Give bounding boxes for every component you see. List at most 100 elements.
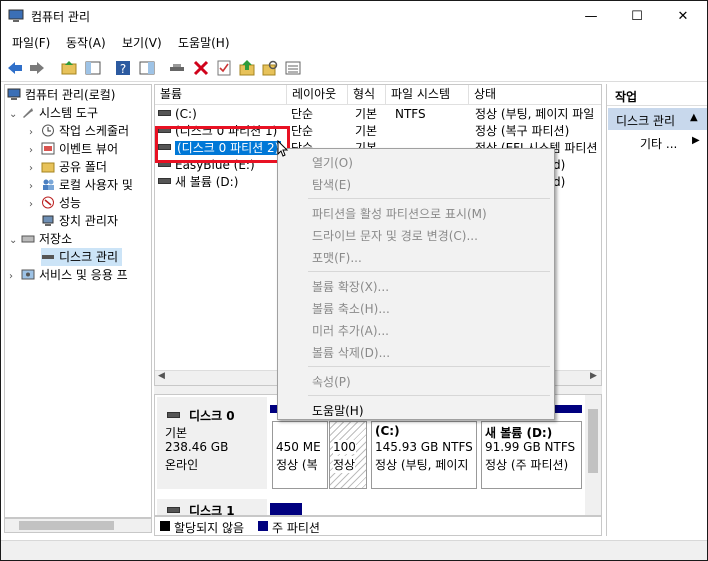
disk0-state: 온라인: [165, 458, 199, 472]
shared-folder-icon: [41, 162, 55, 173]
tree-event-viewer-label: 이벤트 뷰어: [59, 142, 119, 156]
column-header-type[interactable]: 형식: [348, 85, 386, 105]
ctx-mark-active[interactable]: 파티션을 활성 파티션으로 표시(M): [312, 205, 487, 223]
toolbar: ?: [1, 54, 707, 82]
storage-icon: [21, 235, 35, 243]
column-header-status[interactable]: 상태: [469, 85, 601, 105]
tree-item-task-scheduler[interactable]: › 작업 스케줄러: [29, 122, 129, 140]
chevron-down-icon[interactable]: ⌄: [9, 232, 21, 250]
menu-help[interactable]: 도움말(H): [178, 34, 230, 51]
svg-text:?: ?: [120, 62, 126, 76]
tree-item-computer-management-local[interactable]: 컴퓨터 관리(로컬): [7, 86, 115, 104]
maximize-button[interactable]: ☐: [614, 2, 660, 31]
collapse-up-icon[interactable]: ▲: [690, 112, 698, 123]
ctx-explore[interactable]: 탐색(E): [312, 176, 351, 194]
unallocated-swatch: [160, 521, 170, 531]
window-title: 컴퓨터 관리: [31, 10, 91, 24]
list-view-icon[interactable]: [284, 59, 302, 77]
ctx-extend-volume[interactable]: 볼륨 확장(X)...: [312, 278, 389, 296]
actions-header: 작업: [607, 84, 707, 106]
disk0-info-panel[interactable]: 디스크 0 기본 238.46 GB 온라인: [157, 397, 267, 489]
clock-icon: [42, 124, 54, 137]
partition-status: 정상: [333, 456, 356, 473]
table-row[interactable]: (C:) 단순 기본 NTFS 정상 (부팅, 페이지 파일: [155, 106, 601, 123]
import-icon[interactable]: [238, 59, 256, 77]
chevron-right-icon[interactable]: ›: [9, 268, 21, 286]
ctx-properties[interactable]: 속성(P): [312, 373, 351, 391]
disk-icon: [167, 507, 180, 513]
legend-unallocated: 할당되지 않음: [174, 521, 245, 535]
tree-storage-label: 저장소: [39, 232, 73, 246]
graph-vertical-scrollbar[interactable]: [585, 395, 601, 515]
tree-item-disk-management[interactable]: 디스크 관리: [41, 248, 123, 266]
performance-icon: [42, 196, 54, 209]
chevron-right-icon[interactable]: ›: [29, 196, 41, 214]
connect-drive-icon[interactable]: [168, 59, 186, 77]
tree-item-event-viewer[interactable]: › 이벤트 뷰어: [29, 140, 118, 158]
tree-item-system-tools[interactable]: ⌄ 시스템 도구: [9, 104, 98, 122]
help-icon[interactable]: ?: [114, 59, 132, 77]
volume-name: 새 볼륨 (D:): [175, 175, 239, 189]
up-folder-icon[interactable]: [60, 59, 78, 77]
tree-horizontal-scrollbar[interactable]: [4, 518, 152, 533]
show-hide-tree-icon[interactable]: [84, 59, 102, 77]
actions-section-disk-management[interactable]: 디스크 관리 ▲: [608, 108, 707, 130]
ctx-format[interactable]: 포맷(F)...: [312, 249, 362, 267]
delete-icon[interactable]: [192, 59, 210, 77]
users-icon: [43, 179, 54, 190]
partition-size: 145.93 GB NTFS: [375, 440, 473, 454]
tree-performance-label: 성능: [59, 196, 82, 210]
scroll-right-icon[interactable]: ▶: [590, 371, 597, 381]
computer-management-icon: [7, 88, 21, 100]
actions-more[interactable]: 기타 ... ▶: [608, 132, 707, 152]
tree-item-performance[interactable]: › 성능: [29, 194, 81, 212]
menu-file[interactable]: 파일(F): [12, 34, 50, 51]
tree-item-services-apps[interactable]: › 서비스 및 응용 프: [9, 266, 128, 284]
actions-section-label: 디스크 관리: [616, 114, 676, 128]
submenu-arrow-icon: ▶: [692, 135, 700, 146]
partition-c[interactable]: (C:) 145.93 GB NTFS 정상 (부팅, 페이지: [371, 421, 477, 489]
disk1-info-panel[interactable]: 디스크 1: [157, 499, 267, 515]
tree-root-label: 컴퓨터 관리(로컬): [25, 88, 116, 102]
column-header-file-system[interactable]: 파일 시스템: [386, 85, 469, 105]
ctx-add-mirror[interactable]: 미러 추가(A)...: [312, 322, 389, 340]
scroll-left-icon[interactable]: ◀: [158, 371, 165, 381]
ctx-change-drive-letter[interactable]: 드라이브 문자 및 경로 변경(C)...: [312, 227, 478, 245]
scrollbar-thumb[interactable]: [588, 409, 598, 473]
ctx-help[interactable]: 도움말(H): [312, 402, 364, 420]
ctx-open[interactable]: 열기(O): [312, 154, 353, 172]
actions-more-label: 기타 ...: [640, 137, 678, 151]
tree-item-local-users[interactable]: › 로컬 사용자 및: [29, 176, 133, 194]
chevron-down-icon[interactable]: ⌄: [9, 106, 21, 124]
volume-layout: 단순: [291, 124, 314, 138]
check-properties-icon[interactable]: [215, 59, 233, 77]
minimize-button[interactable]: —: [568, 2, 614, 31]
partition-size: 91.99 GB NTFS: [485, 440, 576, 454]
disk-icon: [167, 412, 180, 418]
menu-action[interactable]: 동작(A): [66, 34, 106, 51]
column-header-volume[interactable]: 볼륨: [155, 85, 287, 105]
partition-recovery[interactable]: 450 ME 정상 (복: [272, 421, 328, 489]
tree-item-storage[interactable]: ⌄ 저장소: [9, 230, 72, 248]
ctx-shrink-volume[interactable]: 볼륨 축소(H)...: [312, 300, 390, 318]
tree-item-device-manager[interactable]: 장치 관리자: [41, 212, 118, 230]
back-icon[interactable]: [6, 59, 24, 77]
title-bar[interactable]: 컴퓨터 관리 — ☐ ✕: [1, 1, 707, 31]
properties-pane-icon[interactable]: [138, 59, 156, 77]
partition-d[interactable]: 새 볼륨 (D:) 91.99 GB NTFS 정상 (주 파티션): [481, 421, 582, 489]
scrollbar-thumb[interactable]: [19, 521, 114, 530]
close-button[interactable]: ✕: [660, 2, 706, 31]
column-header-layout[interactable]: 레이아웃: [287, 85, 348, 105]
menu-view[interactable]: 보기(V): [122, 34, 162, 51]
ctx-separator: [308, 395, 550, 396]
status-bar: [1, 540, 707, 560]
services-icon: [21, 269, 35, 280]
legend-primary: 주 파티션: [272, 521, 320, 535]
disk-management-icon: [42, 255, 54, 259]
forward-icon[interactable]: [28, 59, 46, 77]
tree-item-shared-folders[interactable]: › 공유 폴더: [29, 158, 107, 176]
volume-name: (C:): [175, 107, 197, 121]
partition-efi[interactable]: 100 정상: [329, 421, 367, 489]
search-folder-icon[interactable]: [261, 59, 279, 77]
ctx-delete-volume[interactable]: 볼륨 삭제(D)...: [312, 344, 390, 362]
